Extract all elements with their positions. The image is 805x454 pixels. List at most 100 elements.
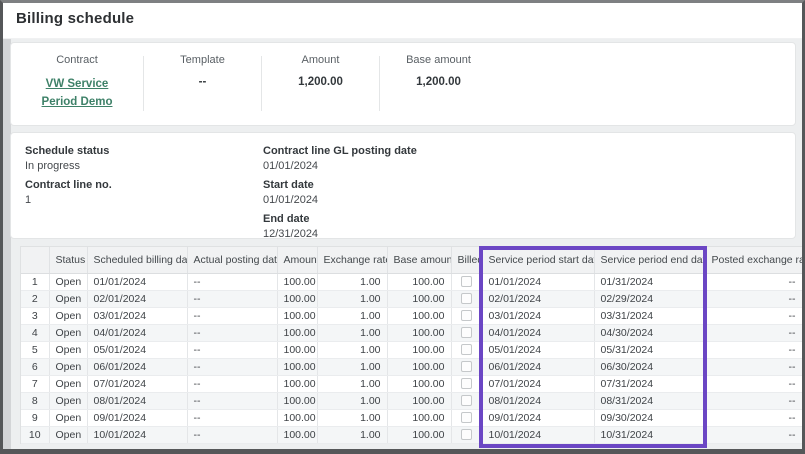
summary-field-value: 1,200.00 [416, 76, 461, 88]
cell-no: 4 [21, 324, 49, 341]
cell-base-amount: 100.00 [387, 273, 451, 290]
table-row: 1Open01/01/2024--100.001.00100.0001/01/2… [21, 273, 802, 290]
cell-base-amount: 100.00 [387, 375, 451, 392]
summary-field-contract: ContractVW Service Period Demo [11, 54, 143, 125]
cell-amount: 100.00 [277, 392, 317, 409]
detail-field-value: 01/01/2024 [263, 159, 781, 173]
billed-checkbox[interactable] [461, 276, 472, 287]
cell-status: Open [49, 358, 87, 375]
cell-amount: 100.00 [277, 409, 317, 426]
cell-posted-exchange-rate: -- [705, 392, 802, 409]
cell-amount: 100.00 [277, 341, 317, 358]
table-row: 10Open10/01/2024--100.001.00100.0010/01/… [21, 426, 802, 443]
cell-service-period-end: 08/31/2024 [594, 392, 705, 409]
cell-exchange-rate: 1.00 [317, 273, 387, 290]
contract-link[interactable]: VW Service Period Demo [31, 76, 123, 112]
summary-field-amount: Amount1,200.00 [262, 54, 379, 125]
cell-exchange-rate: 1.00 [317, 290, 387, 307]
cell-service-period-end: 06/30/2024 [594, 358, 705, 375]
cell-status: Open [49, 392, 87, 409]
column-header-posted-exchange-rate[interactable]: Posted exchange rate [705, 247, 802, 273]
billed-checkbox[interactable] [461, 310, 472, 321]
cell-no: 10 [21, 426, 49, 443]
cell-status: Open [49, 290, 87, 307]
cell-billed [451, 392, 482, 409]
detail-field-value: In progress [25, 159, 263, 173]
column-header-service-period-end-date[interactable]: Service period end date [594, 247, 705, 273]
cell-base-amount: 100.00 [387, 307, 451, 324]
cell-scheduled-billing-date: 09/01/2024 [87, 409, 187, 426]
cell-status: Open [49, 426, 87, 443]
cell-service-period-start: 06/01/2024 [482, 358, 594, 375]
billed-checkbox[interactable] [461, 361, 472, 372]
cell-billed [451, 375, 482, 392]
detail-field-label: Contract line GL posting date [263, 144, 781, 158]
detail-field-label: Start date [263, 178, 781, 192]
cell-amount: 100.00 [277, 273, 317, 290]
detail-field-label: Contract line no. [25, 178, 263, 192]
column-header-exchange-rate[interactable]: Exchange rate [317, 247, 387, 273]
cell-service-period-end: 03/31/2024 [594, 307, 705, 324]
cell-scheduled-billing-date: 05/01/2024 [87, 341, 187, 358]
table-header-row: StatusScheduled billing dateActual posti… [21, 247, 802, 273]
cell-actual-posting-date: -- [187, 290, 277, 307]
cell-exchange-rate: 1.00 [317, 375, 387, 392]
cell-exchange-rate: 1.00 [317, 324, 387, 341]
cell-base-amount: 100.00 [387, 426, 451, 443]
cell-service-period-end: 05/31/2024 [594, 341, 705, 358]
cell-actual-posting-date: -- [187, 375, 277, 392]
summary-field-template: Template-- [144, 54, 261, 125]
cell-scheduled-billing-date: 10/01/2024 [87, 426, 187, 443]
column-header-status[interactable]: Status [49, 247, 87, 273]
billed-checkbox[interactable] [461, 293, 472, 304]
column-header-actual-posting-date[interactable]: Actual posting date [187, 247, 277, 273]
cell-base-amount: 100.00 [387, 392, 451, 409]
detail-field-value: 12/31/2024 [263, 227, 781, 241]
page-title: Billing schedule [16, 10, 134, 27]
cell-exchange-rate: 1.00 [317, 409, 387, 426]
cell-posted-exchange-rate: -- [705, 290, 802, 307]
cell-status: Open [49, 324, 87, 341]
cell-actual-posting-date: -- [187, 409, 277, 426]
cell-service-period-end: 01/31/2024 [594, 273, 705, 290]
detail-field-start-date: Start date01/01/2024 [263, 178, 781, 207]
column-header-service-period-start-date[interactable]: Service period start date [482, 247, 594, 273]
billed-checkbox[interactable] [461, 378, 472, 389]
column-header-amount[interactable]: Amount [277, 247, 317, 273]
detail-field-end-date: End date12/31/2024 [263, 212, 781, 241]
billed-checkbox[interactable] [461, 327, 472, 338]
billed-checkbox[interactable] [461, 412, 472, 423]
cell-status: Open [49, 307, 87, 324]
details-left-column: Schedule statusIn progressContract line … [25, 144, 263, 227]
cell-billed [451, 324, 482, 341]
detail-field-label: End date [263, 212, 781, 226]
cell-service-period-start: 05/01/2024 [482, 341, 594, 358]
cell-posted-exchange-rate: -- [705, 426, 802, 443]
billed-checkbox[interactable] [461, 344, 472, 355]
cell-service-period-end: 02/29/2024 [594, 290, 705, 307]
cell-service-period-start: 07/01/2024 [482, 375, 594, 392]
cell-base-amount: 100.00 [387, 358, 451, 375]
summary-field-label: Template [180, 54, 225, 66]
cell-service-period-start: 08/01/2024 [482, 392, 594, 409]
cell-service-period-end: 07/31/2024 [594, 375, 705, 392]
billed-checkbox[interactable] [461, 395, 472, 406]
table-row: 2Open02/01/2024--100.001.00100.0002/01/2… [21, 290, 802, 307]
billing-lines-table: StatusScheduled billing dateActual posti… [20, 246, 802, 444]
cell-service-period-end: 04/30/2024 [594, 324, 705, 341]
column-header-base-amount[interactable]: Base amount [387, 247, 451, 273]
column-header-row-number [21, 247, 49, 273]
column-header-billed[interactable]: Billed [451, 247, 482, 273]
cell-service-period-start: 03/01/2024 [482, 307, 594, 324]
table-row: 7Open07/01/2024--100.001.00100.0007/01/2… [21, 375, 802, 392]
cell-base-amount: 100.00 [387, 341, 451, 358]
cell-actual-posting-date: -- [187, 324, 277, 341]
details-right-column: Contract line GL posting date01/01/2024 S… [263, 144, 781, 227]
cell-billed [451, 290, 482, 307]
column-header-scheduled-billing-date[interactable]: Scheduled billing date [87, 247, 187, 273]
cell-no: 8 [21, 392, 49, 409]
cell-billed [451, 307, 482, 324]
cell-status: Open [49, 409, 87, 426]
title-bar: Billing schedule [3, 3, 802, 39]
billed-checkbox[interactable] [461, 429, 472, 440]
